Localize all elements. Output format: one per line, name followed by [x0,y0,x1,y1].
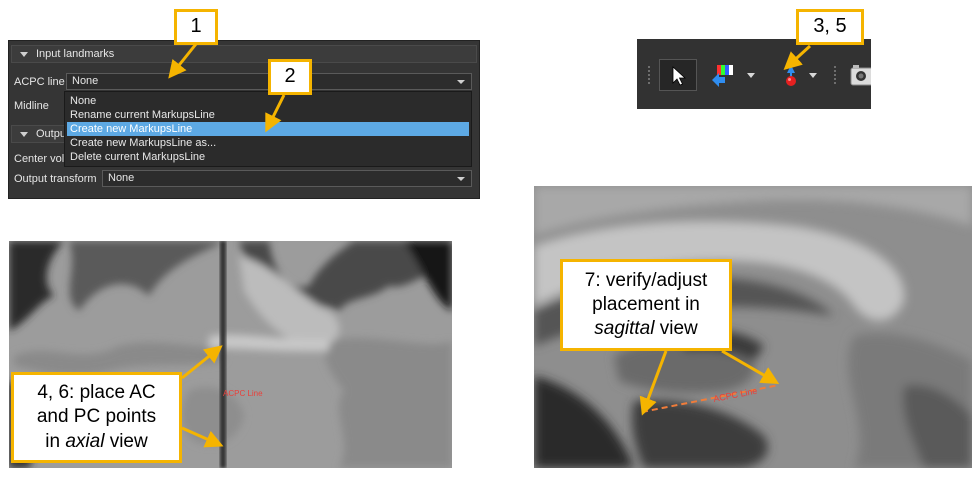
callout-46-line2: and PC points [36,406,157,428]
arrow-7-to-ac [721,349,780,384]
arrow-46-to-ac [181,345,223,380]
callout-7-line1: 7: verify/adjust [584,269,708,291]
callout-46-line1: 4, 6: place AC [37,382,156,404]
arrow-7-to-pc [639,350,668,416]
callout-7-line2: placement in [592,293,700,315]
callout-1-text: 1 [190,15,202,38]
callout-2-text: 2 [284,65,296,88]
arrow-2-to-create-option [265,94,286,133]
callout-7-line3: sagittal view [594,317,698,341]
callout-46-emphasis: axial [65,430,105,452]
arrow-1-to-acpc-combo [168,43,198,79]
arrow-35-to-fiducial [783,44,812,71]
callout-step-4-6: 4, 6: place AC and PC points in axial vi… [11,372,182,463]
arrow-46-to-pc [181,426,224,448]
callout-7-line3-post: view [654,318,698,340]
callout-46-line3-post: view [104,430,148,452]
callout-step-2: 2 [268,59,312,95]
callout-46-line3-pre: in [45,430,66,452]
callout-7-emphasis: sagittal [594,318,655,340]
callout-46-line3: in axial view [45,430,147,454]
callout-step-3-5: 3, 5 [796,9,864,45]
callout-step-1: 1 [174,9,218,45]
callout-35-text: 3, 5 [813,15,847,38]
callout-step-7: 7: verify/adjust placement in sagittal v… [560,259,732,351]
